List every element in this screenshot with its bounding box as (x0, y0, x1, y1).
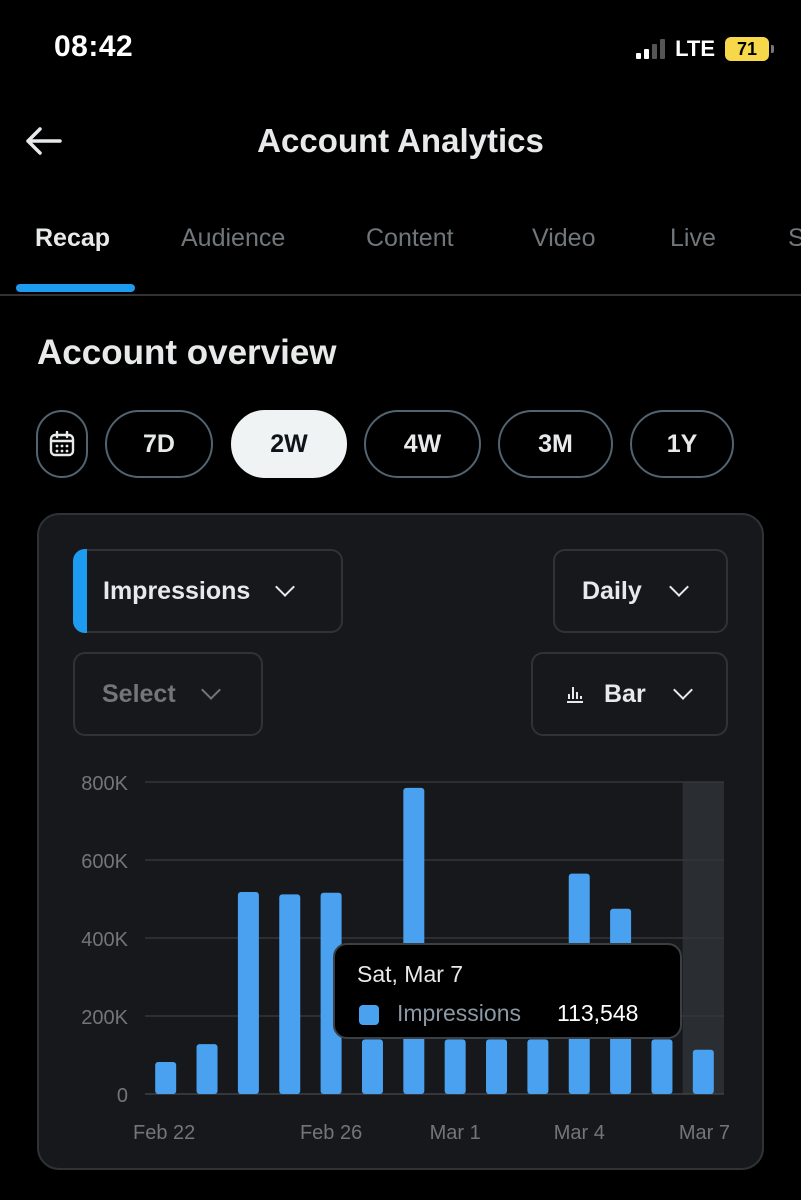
tooltip-series-swatch (359, 1005, 379, 1025)
x-tick-label: Mar 7 (679, 1122, 730, 1144)
bar (486, 1039, 508, 1094)
y-tick-label: 600K (81, 851, 128, 873)
bar (444, 1039, 466, 1094)
bar (279, 894, 301, 1094)
bar (692, 1049, 714, 1094)
x-tick-label: Feb 26 (300, 1122, 362, 1144)
bar (237, 891, 259, 1094)
x-tick-label: Feb 22 (133, 1122, 195, 1144)
x-tick-label: Mar 1 (430, 1122, 481, 1144)
bar (361, 1039, 383, 1094)
tooltip-value: 113,548 (557, 1000, 639, 1026)
y-tick-label: 0 (117, 1085, 128, 1107)
bar (651, 1039, 673, 1094)
tooltip-series-label: Impressions (397, 1000, 521, 1026)
y-tick-label: 400K (81, 929, 128, 951)
bar (403, 787, 425, 1094)
y-tick-label: 200K (81, 1007, 128, 1029)
y-tick-label: 800K (81, 773, 128, 795)
tooltip-date: Sat, Mar 7 (357, 961, 464, 987)
bar (155, 1062, 177, 1094)
bar (196, 1044, 218, 1094)
x-tick-label: Mar 4 (554, 1122, 605, 1144)
chart-tooltip: Sat, Mar 7 Impressions 113,548 (333, 943, 682, 1039)
bar (527, 1039, 549, 1094)
